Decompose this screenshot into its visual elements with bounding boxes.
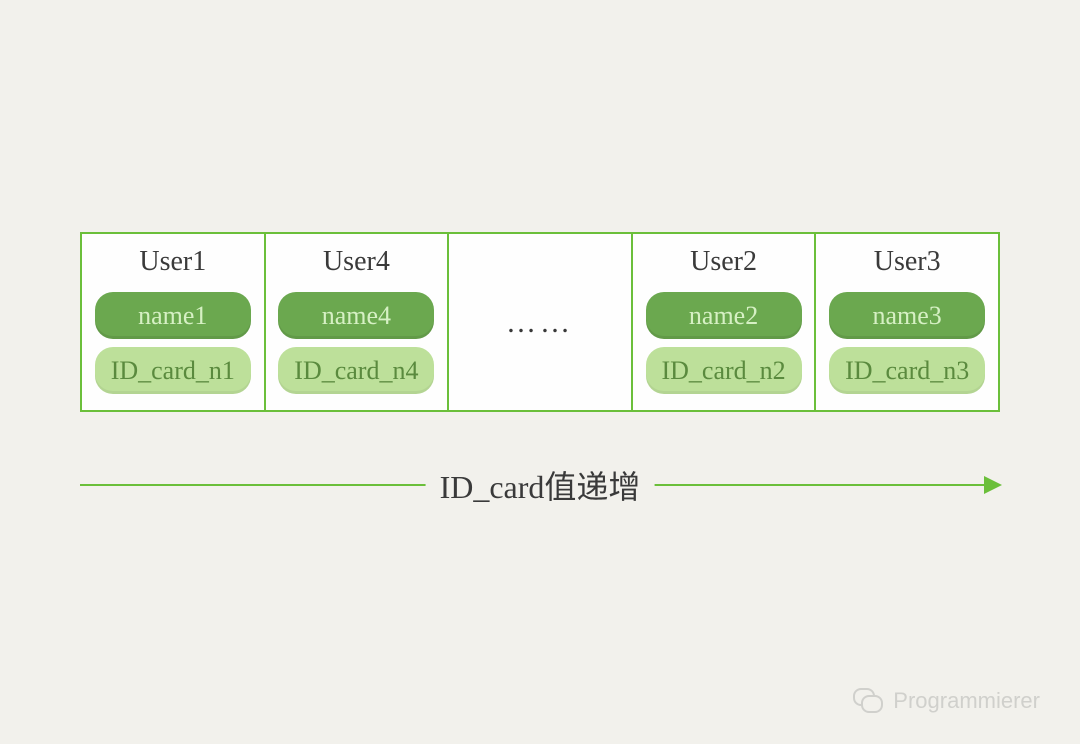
arrow-head-icon (984, 476, 1002, 494)
cell-title: User1 (139, 246, 206, 278)
wechat-icon (853, 688, 885, 714)
name-pill: name1 (95, 292, 251, 339)
cells-row: User1 name1 ID_card_n1 User4 name4 ID_ca… (80, 232, 1000, 412)
cell-user2: User2 name2 ID_card_n2 (633, 232, 817, 412)
cell-title: User3 (874, 246, 941, 278)
diagram-container: User1 name1 ID_card_n1 User4 name4 ID_ca… (80, 232, 1000, 412)
cell-user1: User1 name1 ID_card_n1 (80, 232, 266, 412)
cell-title: User2 (690, 246, 757, 278)
watermark-text: Programmierer (893, 688, 1040, 714)
id-pill: ID_card_n1 (95, 347, 251, 394)
cell-user3: User3 name3 ID_card_n3 (816, 232, 1000, 412)
id-pill: ID_card_n4 (278, 347, 434, 394)
name-pill: name3 (829, 292, 985, 339)
ellipsis-text: …… (506, 306, 574, 340)
id-pill: ID_card_n2 (646, 347, 802, 394)
arrow-label: ID_card值递增 (426, 462, 655, 508)
arrow-increasing: ID_card值递增 (80, 454, 1000, 514)
watermark: Programmierer (853, 688, 1040, 714)
cell-ellipsis: …… (449, 232, 633, 412)
name-pill: name2 (646, 292, 802, 339)
id-pill: ID_card_n3 (829, 347, 985, 394)
cell-user4: User4 name4 ID_card_n4 (266, 232, 450, 412)
cell-title: User4 (323, 246, 390, 278)
name-pill: name4 (278, 292, 434, 339)
